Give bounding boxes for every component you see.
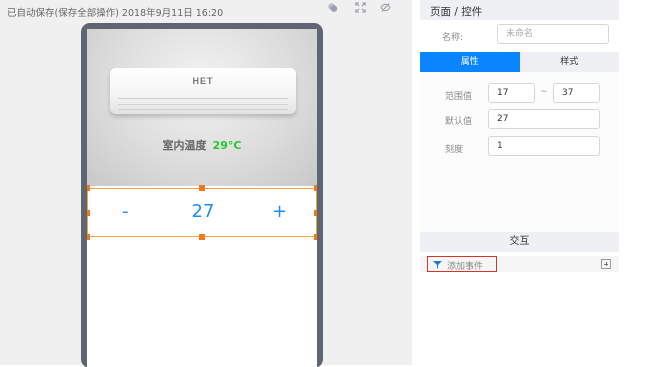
layers-icon[interactable] bbox=[326, 2, 339, 13]
add-event-button[interactable]: 添加事件 bbox=[427, 256, 497, 272]
event-row: 添加事件 bbox=[420, 256, 619, 272]
indoor-temperature: 室内温度 29°C bbox=[87, 137, 317, 153]
range-label: 范围值 bbox=[445, 92, 473, 102]
phone-screen: HET 室内温度 29°C - 27 + bbox=[87, 29, 317, 367]
resize-handle-bottom-right[interactable] bbox=[314, 234, 317, 240]
air-conditioner-image: HET bbox=[110, 68, 296, 118]
panel-title: 页面 / 控件 bbox=[430, 6, 483, 18]
indoor-temp-value: 29°C bbox=[212, 139, 242, 152]
range-separator: ~ bbox=[540, 87, 548, 97]
name-label: 名称: bbox=[442, 33, 464, 43]
resize-handle-top-right[interactable] bbox=[314, 185, 317, 191]
name-input[interactable] bbox=[497, 24, 609, 44]
resize-handle-left[interactable] bbox=[87, 210, 90, 216]
indoor-temp-label: 室内温度 bbox=[162, 139, 207, 152]
range-max-input[interactable] bbox=[553, 83, 600, 103]
air-conditioner-panel[interactable]: HET 室内温度 29°C bbox=[87, 29, 317, 186]
hide-icon[interactable] bbox=[379, 2, 392, 13]
resize-handle-top-left[interactable] bbox=[87, 185, 90, 191]
increment-button[interactable]: + bbox=[272, 201, 287, 222]
properties-panel: 页面 / 控件 名称: 属性 样式 范围值 ~ 默认值 刻度 交互 添加事件 bbox=[420, 0, 619, 367]
resize-handle-top[interactable] bbox=[199, 185, 205, 191]
plus-box-icon[interactable] bbox=[601, 259, 611, 269]
ac-brand-logo: HET bbox=[192, 76, 214, 86]
default-value-input[interactable] bbox=[488, 109, 600, 129]
interaction-header: 交互 bbox=[420, 232, 619, 252]
tab-properties[interactable]: 属性 bbox=[420, 52, 520, 72]
event-icon bbox=[433, 261, 442, 269]
default-value-label: 默认值 bbox=[445, 117, 473, 127]
fullscreen-icon[interactable] bbox=[354, 2, 367, 13]
tab-style[interactable]: 样式 bbox=[519, 52, 619, 72]
resize-handle-right[interactable] bbox=[314, 210, 317, 216]
temperature-stepper[interactable]: - 27 + bbox=[87, 188, 317, 237]
panel-tabs: 属性 样式 bbox=[420, 52, 619, 72]
step-input[interactable] bbox=[488, 136, 600, 156]
step-label: 刻度 bbox=[445, 145, 464, 155]
resize-handle-bottom-left[interactable] bbox=[87, 234, 90, 240]
panel-header: 页面 / 控件 bbox=[420, 0, 619, 20]
add-event-label: 添加事件 bbox=[447, 262, 484, 272]
phone-frame: HET 室内温度 29°C - 27 + bbox=[81, 23, 323, 367]
autosave-status: 已自动保存(保存全部操作) 2018年9月11日 16:20 bbox=[7, 8, 224, 19]
canvas-area: 已自动保存(保存全部操作) 2018年9月11日 16:20 HET 室内温度 … bbox=[0, 0, 412, 367]
range-min-input[interactable] bbox=[488, 83, 535, 103]
resize-handle-bottom[interactable] bbox=[199, 234, 205, 240]
